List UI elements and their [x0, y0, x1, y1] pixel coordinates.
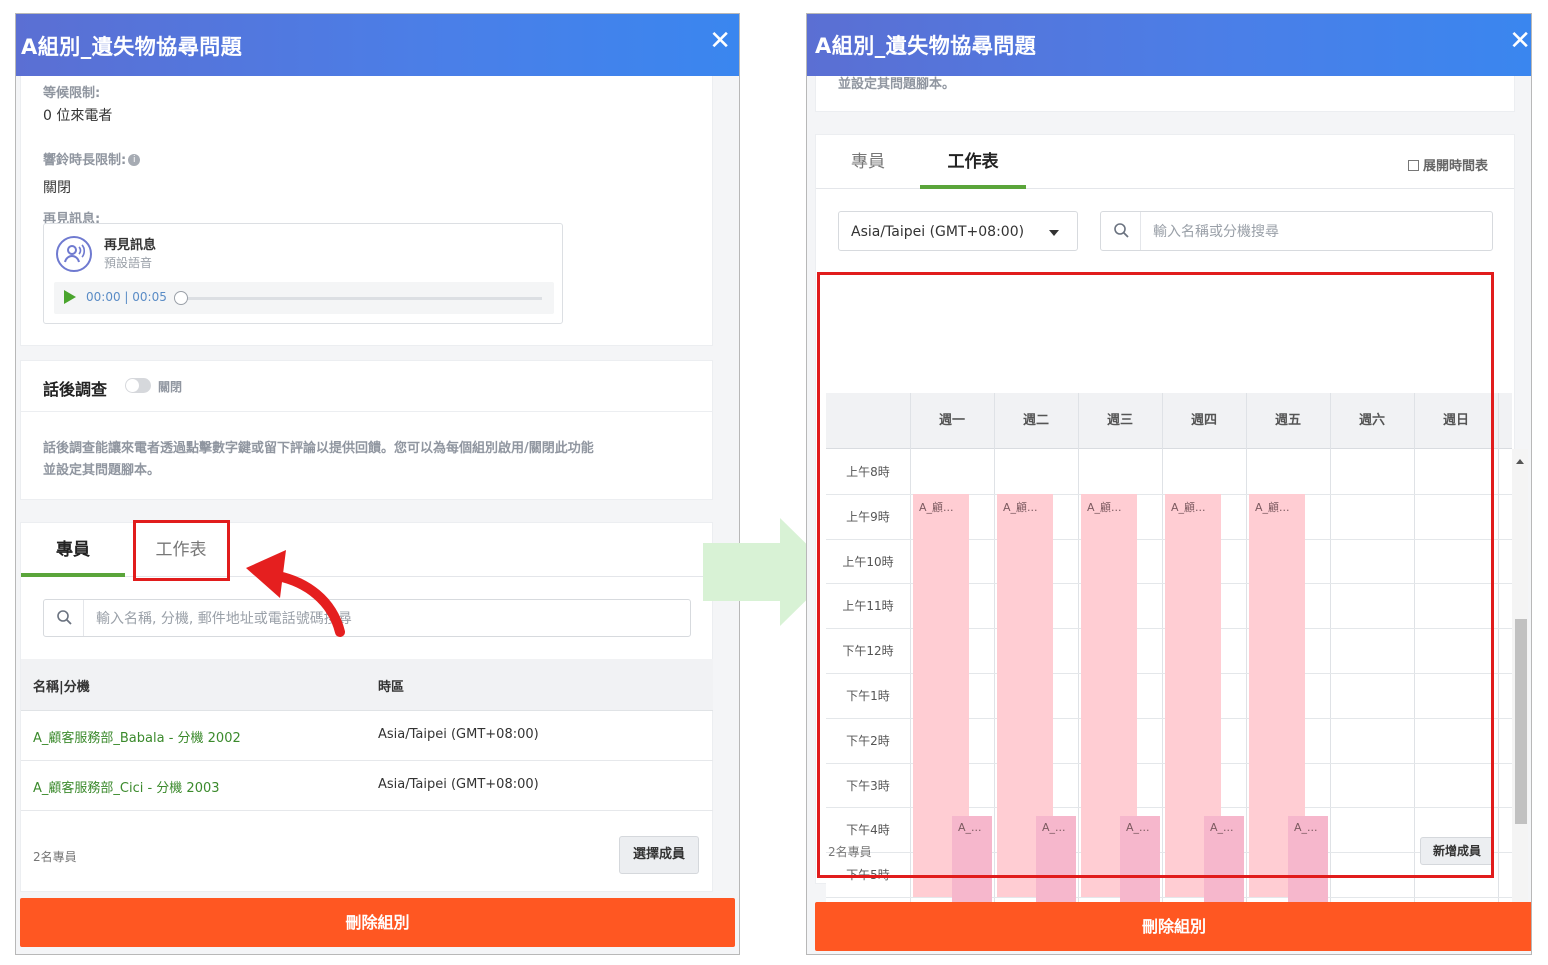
schedule-search[interactable]: 輸入名稱或分機搜尋	[1100, 211, 1493, 251]
audio-player: 00:00 | 00:05	[54, 282, 554, 314]
col-header-name: 名稱|分機	[33, 680, 90, 695]
timezone-select[interactable]: Asia/Taipei (GMT+08:00)	[838, 211, 1078, 251]
settings-card: 等候限制: 0 位來電者 響鈴時長限制: i 關閉 再見訊息: 再見訊息 預設語音…	[20, 54, 713, 346]
survey-card: 話後調查 關閉 話後調查能讓來電者透過點擊數字鍵或留下評論以提供回饋。您可以為每…	[20, 360, 713, 500]
scroll-up-icon[interactable]	[1516, 459, 1524, 464]
survey-toggle-state: 關閉	[158, 380, 183, 394]
tab-members[interactable]: 專員	[816, 135, 920, 189]
audio-card: 再見訊息 預設語音 00:00 | 00:05	[43, 223, 563, 324]
table-header: 名稱|分機 時區	[21, 659, 713, 711]
play-icon[interactable]	[64, 290, 76, 304]
members-table: 名稱|分機 時區 A_顧客服務部_Babala - 分機 2002 Asia/T…	[21, 659, 713, 813]
active-tab-indicator	[21, 573, 125, 577]
dialog-title: A組別_遺失物協尋問題	[815, 34, 1037, 58]
search-icon	[1101, 212, 1141, 250]
ring-limit-label: 響鈴時長限制:	[43, 153, 127, 168]
member-timezone: Asia/Taipei (GMT+08:00)	[378, 727, 539, 742]
waiting-limit-value: 0 位來電者	[43, 108, 113, 124]
tab-bar: 專員 工作表 展開時間表	[816, 135, 1514, 189]
expand-label: 展開時間表	[1422, 159, 1488, 174]
grid-scrollbar[interactable]	[1512, 449, 1528, 941]
member-name[interactable]: A_顧客服務部_Babala - 分機 2002	[33, 727, 241, 746]
close-icon[interactable]: ✕	[709, 28, 731, 54]
dialog-title: A組別_遺失物協尋問題	[21, 35, 243, 59]
dialog-header: A組別_遺失物協尋問題 ✕	[16, 14, 739, 76]
close-icon[interactable]: ✕	[1509, 28, 1531, 54]
expand-icon	[1407, 160, 1419, 171]
audio-scrubber[interactable]	[176, 297, 542, 300]
timezone-value: Asia/Taipei (GMT+08:00)	[851, 224, 1025, 240]
survey-title: 話後調查	[43, 380, 108, 399]
col-header-timezone: 時區	[378, 680, 405, 695]
scroll-thumb[interactable]	[1515, 619, 1527, 824]
tab-members[interactable]: 專員	[21, 523, 125, 577]
audio-title: 再見訊息	[104, 238, 157, 253]
left-dialog: 等候限制: 0 位來電者 響鈴時長限制: i 關閉 再見訊息: 再見訊息 預設語音…	[15, 13, 740, 955]
chevron-down-icon	[1049, 230, 1059, 236]
delete-group-button[interactable]: 刪除組別	[815, 902, 1531, 951]
table-row[interactable]: A_顧客服務部_Babala - 分機 2002 Asia/Taipei (GM…	[21, 711, 713, 761]
member-timezone: Asia/Taipei (GMT+08:00)	[378, 777, 539, 792]
member-name[interactable]: A_顧客服務部_Cici - 分機 2003	[33, 777, 220, 796]
expand-schedule-button[interactable]: 展開時間表	[1407, 155, 1488, 174]
survey-toggle[interactable]	[125, 378, 151, 393]
dialog-header: A組別_遺失物協尋問題 ✕	[807, 14, 1531, 76]
grid-row-line	[826, 897, 1512, 898]
search-icon	[44, 600, 84, 636]
grid-column-line	[1498, 393, 1499, 941]
waiting-limit-label: 等候限制:	[43, 86, 101, 101]
survey-description-line1: 話後調查能讓來電者透過點擊數字鍵或留下評論以提供回饋。您可以為每個組別啟用/關閉…	[43, 441, 594, 456]
active-tab-indicator	[920, 185, 1026, 189]
member-count: 2名專員	[33, 850, 77, 864]
table-row[interactable]: A_顧客服務部_Cici - 分機 2003 Asia/Taipei (GMT+…	[21, 761, 713, 811]
ring-limit-row: 響鈴時長限制: i	[43, 149, 141, 168]
audio-time: 00:00 | 00:05	[86, 290, 167, 304]
delete-group-button[interactable]: 刪除組別	[20, 898, 735, 947]
tab-schedule[interactable]: 工作表	[920, 135, 1026, 189]
annotation-arrow-icon	[246, 550, 345, 637]
scrubber-knob[interactable]	[174, 291, 188, 305]
info-icon[interactable]: i	[128, 153, 141, 166]
audio-subtitle: 預設語音	[104, 256, 153, 270]
highlight-box	[133, 520, 230, 581]
schedule-search-placeholder: 輸入名稱或分機搜尋	[1153, 224, 1279, 240]
voice-icon	[56, 236, 92, 272]
highlight-box	[817, 272, 1494, 878]
survey-description-line2: 並設定其問題腳本。	[43, 463, 161, 478]
select-members-button[interactable]: 選擇成員	[619, 836, 699, 874]
ring-limit-value: 關閉	[43, 180, 71, 196]
